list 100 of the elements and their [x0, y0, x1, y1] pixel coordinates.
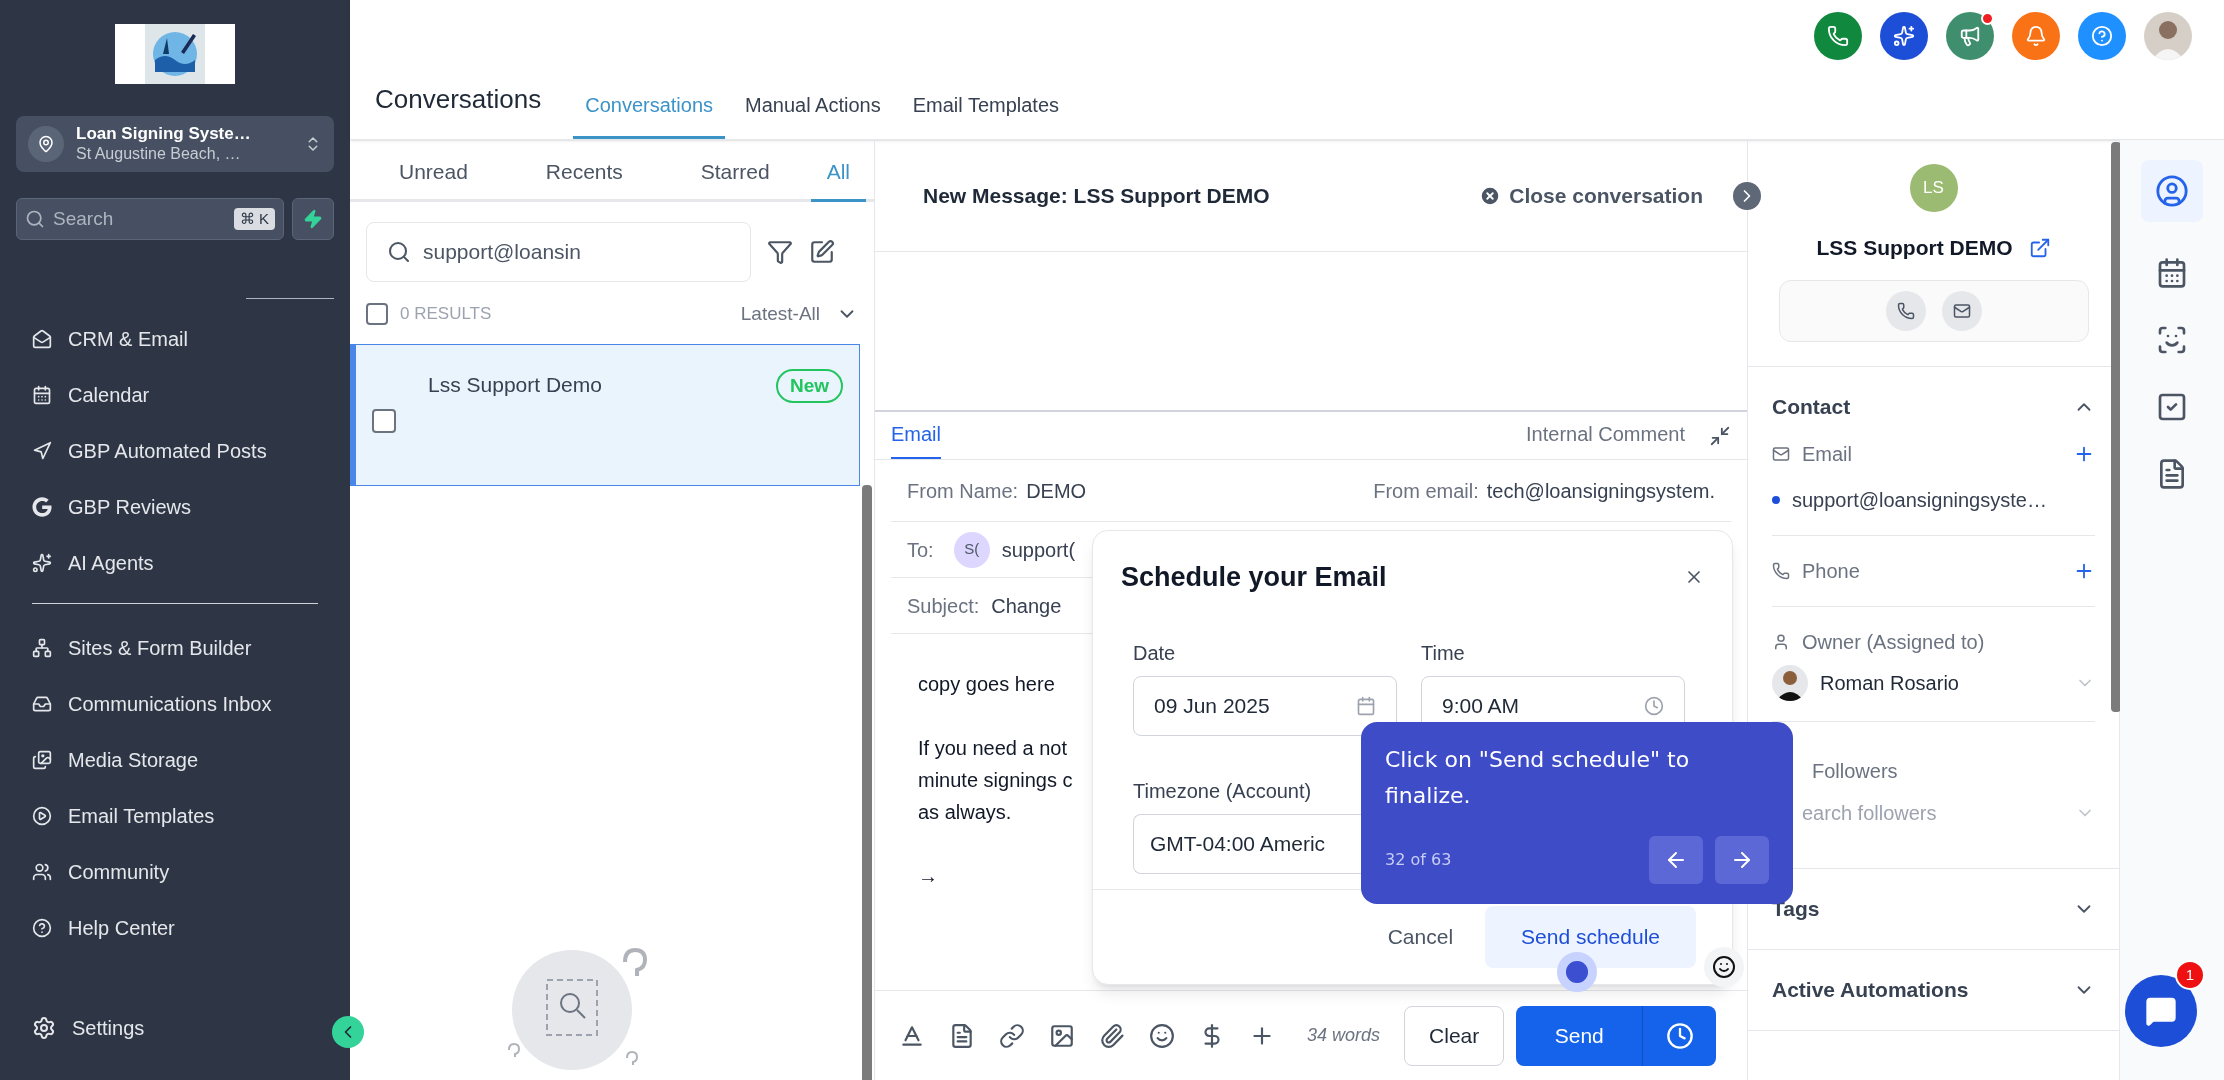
nav-item[interactable]: Community — [16, 844, 334, 900]
help-icon — [2091, 24, 2113, 47]
location-icon — [28, 126, 64, 162]
nav-item[interactable]: GBP Automated Posts — [16, 423, 334, 479]
settings-icon — [32, 1016, 56, 1040]
field-label: From Name: — [907, 478, 1019, 504]
help-bot-button[interactable] — [1704, 947, 1744, 987]
clear-button[interactable]: Clear — [1404, 1005, 1505, 1066]
lightning-icon — [303, 209, 323, 229]
filter-tab[interactable]: Unread — [358, 155, 509, 202]
page-title: Conversations — [375, 83, 542, 116]
bell-button[interactable] — [2012, 11, 2060, 60]
body-text: If you need a not — [918, 736, 1067, 761]
sparkles-button[interactable] — [1880, 11, 1928, 60]
send-button[interactable]: Send — [1516, 1005, 1643, 1066]
row-checkbox[interactable] — [372, 409, 396, 433]
face-scan-icon — [2156, 324, 2188, 356]
search-placeholder: Search — [53, 206, 115, 231]
owner-name: Roman Rosario — [1820, 670, 1960, 696]
search-field[interactable]: Search ⌘ K — [16, 198, 284, 240]
previous-button[interactable] — [1649, 836, 1703, 884]
settings-item[interactable]: Settings — [16, 1000, 334, 1056]
nav-item[interactable]: Sites & Form Builder — [16, 620, 334, 676]
conversation-row[interactable]: Lss Support Demo New — [350, 344, 860, 486]
collapse-button[interactable] — [332, 1016, 364, 1048]
play-circle-icon — [32, 806, 52, 826]
filter-tab[interactable]: Starred — [659, 155, 811, 202]
field-label: Timezone (Account) — [1133, 778, 1312, 804]
document-icon — [949, 1022, 975, 1049]
step-counter: 32 of 63 — [1385, 849, 1453, 871]
contact-avatar: LS — [1909, 164, 1958, 212]
user-avatar[interactable] — [2144, 11, 2192, 60]
search-value: support@loansin — [423, 239, 581, 266]
body-text: copy goes here — [918, 672, 1055, 697]
results-count: 0 RESULTS — [400, 303, 492, 326]
paperclip-icon — [1099, 1022, 1125, 1049]
phone-icon — [1827, 24, 1849, 47]
recipient-avatar: S( — [953, 531, 990, 568]
field-label: Email — [1802, 441, 1853, 467]
chat-icon — [2145, 995, 2177, 1027]
inbox-icon — [32, 694, 52, 714]
schedule-button[interactable] — [1642, 1005, 1717, 1066]
field-label: To: — [907, 537, 934, 563]
compose-tab[interactable]: Email — [891, 419, 941, 459]
link-icon — [999, 1022, 1025, 1049]
mail-icon — [1772, 444, 1790, 463]
nav-item[interactable]: Media Storage — [16, 732, 334, 788]
message-title: New Message: LSS Support DEMO — [923, 182, 1271, 209]
field-label: Phone — [1802, 558, 1861, 584]
nav-item[interactable]: Help Center — [16, 900, 334, 956]
nav-item[interactable]: AI Agents — [16, 535, 334, 591]
nav-item[interactable]: Communications Inbox — [16, 676, 334, 732]
calendar-icon — [2156, 257, 2188, 289]
body-text: as always. — [918, 800, 1012, 825]
search-icon — [387, 240, 411, 264]
megaphone-button[interactable] — [1946, 11, 1994, 60]
field-label: Owner (Assigned to) — [1802, 629, 1985, 655]
user-circle-icon — [2155, 174, 2189, 208]
filter-icon — [767, 239, 793, 265]
account-switcher[interactable]: Loan Signing Syste… St Augustine Beach, … — [16, 116, 334, 172]
select-all-checkbox[interactable] — [366, 303, 388, 325]
nav-item[interactable]: Email Templates — [16, 788, 334, 844]
navigation-arrow-icon — [32, 441, 52, 461]
sort-dropdown[interactable]: Latest-All — [740, 299, 820, 329]
compose-icon — [809, 239, 835, 265]
search-field[interactable]: support@loansin — [366, 222, 751, 282]
subject-value: Change — [991, 593, 1062, 619]
help-button[interactable] — [2078, 11, 2126, 60]
nav-item[interactable]: GBP Reviews — [16, 479, 334, 535]
contact-tab[interactable] — [2141, 160, 2203, 222]
sparkles-icon — [1893, 24, 1915, 47]
filter-tab[interactable]: Recents — [508, 155, 660, 202]
recipient-email: support( — [1001, 537, 1076, 563]
google-g-icon — [32, 497, 52, 517]
dialog-title: Schedule your Email — [1121, 561, 1388, 594]
nav-item[interactable]: CRM & Email — [16, 311, 334, 367]
close-conversation-button[interactable]: Close conversation — [1479, 179, 1703, 212]
quick-action-button[interactable] — [292, 198, 334, 240]
header-tab[interactable]: Email Templates — [900, 90, 1072, 139]
sparkles-icon — [32, 553, 52, 573]
header-tab[interactable]: Manual Actions — [733, 90, 893, 139]
contact-name: LSS Support DEMO — [1816, 235, 2013, 261]
field-label: Date — [1133, 640, 1177, 666]
compose-tab[interactable]: Internal Comment — [1526, 419, 1685, 459]
user-icon — [1772, 632, 1790, 651]
nav-item[interactable]: Calendar — [16, 367, 334, 423]
clock-icon — [1665, 1021, 1694, 1050]
clock-icon — [1644, 695, 1664, 716]
sitemap-icon — [32, 638, 52, 658]
smiley-icon — [1712, 955, 1736, 979]
section-title: Contact — [1772, 393, 1852, 420]
section-title: Active Automations — [1772, 976, 1970, 1003]
expand-toggle[interactable] — [1733, 181, 1761, 210]
envelope-icon — [32, 329, 52, 349]
cancel-button[interactable]: Cancel — [1371, 921, 1470, 953]
send-schedule-button[interactable]: Send schedule — [1485, 906, 1696, 968]
next-button[interactable] — [1715, 836, 1769, 884]
help-icon — [32, 918, 52, 938]
phone-button[interactable] — [1814, 11, 1862, 60]
calendar-icon — [1356, 695, 1376, 716]
